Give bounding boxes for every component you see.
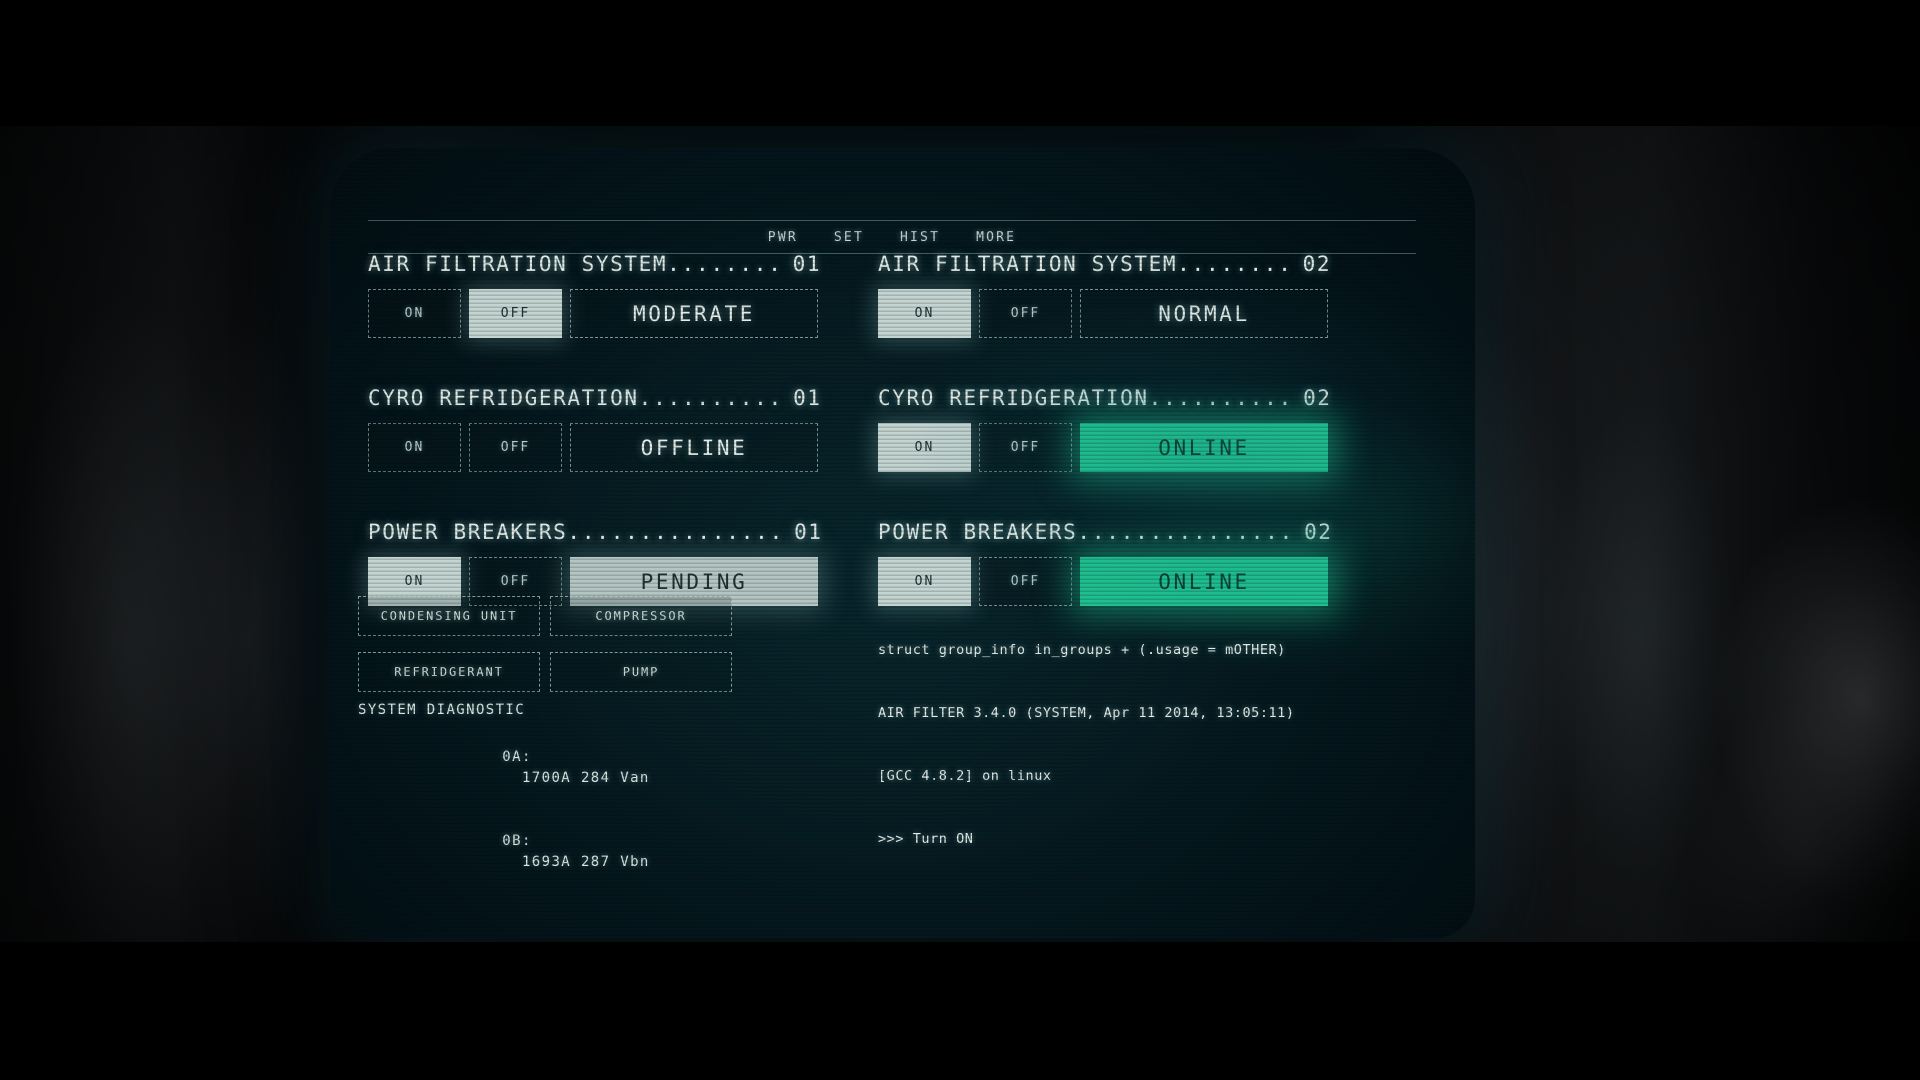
control-cyro-refridgeration-01: CYRO REFRIDGERATION .......... 01 ON OFF… xyxy=(368,386,820,472)
control-number: 01 xyxy=(794,520,823,544)
diagnostic-id: 0B: xyxy=(502,833,532,849)
diagnostic-id: 0A: xyxy=(502,749,532,765)
control-row: ON OFF MODERATE xyxy=(368,289,818,338)
control-name: CYRO REFRIDGERATION xyxy=(368,386,639,410)
letterbox-top xyxy=(0,0,1920,126)
control-column-left: AIR FILTRATION SYSTEM ........ 01 ON OFF… xyxy=(368,252,821,654)
control-air-filtration-01: AIR FILTRATION SYSTEM ........ 01 ON OFF… xyxy=(368,252,820,338)
control-name: AIR FILTRATION SYSTEM xyxy=(878,252,1178,276)
subsystem-button-refridgerant[interactable]: REFRIDGERANT xyxy=(358,652,540,692)
diagnostic-row: 0B: 1693A 287 Vbn xyxy=(358,810,650,894)
diagnostic-values-text: 1693A 287 Vbn xyxy=(521,854,650,870)
control-title: CYRO REFRIDGERATION .......... 02 xyxy=(878,386,1330,410)
on-button[interactable]: ON xyxy=(368,423,461,472)
on-button[interactable]: ON xyxy=(368,289,461,338)
off-button[interactable]: OFF xyxy=(469,289,562,338)
terminal-spacer xyxy=(878,892,1398,913)
control-number: 01 xyxy=(792,252,822,276)
subsystem-button-pump[interactable]: PUMP xyxy=(550,652,732,692)
control-title: AIR FILTRATION SYSTEM ........ 02 xyxy=(878,252,1330,276)
crt-control-panel-scene: PWR SET HIST MORE AIR FILTRATION SYSTEM … xyxy=(0,0,1920,1080)
subsystem-button-panel: CONDENSING UNIT COMPRESSOR REFRIDGERANT … xyxy=(358,596,828,692)
control-row: ON OFF ONLINE xyxy=(878,423,1328,472)
diagnostic-values xyxy=(502,770,522,786)
diagnostic-values xyxy=(502,854,522,870)
control-name: AIR FILTRATION SYSTEM xyxy=(368,252,668,276)
letterbox-bottom xyxy=(0,942,1920,1080)
on-button[interactable]: ON xyxy=(878,289,971,338)
diagnostic-title: SYSTEM DIAGNOSTIC xyxy=(358,702,526,718)
diagnostic-row: 0A: 1700A 284 Van xyxy=(358,726,650,810)
control-number: 01 xyxy=(793,386,822,410)
control-number: 02 xyxy=(1303,386,1332,410)
control-dots: .......... xyxy=(638,386,784,410)
control-name: POWER BREAKERS xyxy=(368,520,568,544)
control-dots: ............... xyxy=(1077,520,1295,544)
status-badge: NORMAL xyxy=(1080,289,1328,338)
terminal-line: struct group_info in_groups + (.usage = … xyxy=(878,642,1286,658)
control-name: POWER BREAKERS xyxy=(878,520,1078,544)
control-row: ON OFF OFFLINE xyxy=(368,423,818,472)
off-button[interactable]: OFF xyxy=(469,423,562,472)
status-badge: ONLINE xyxy=(1080,423,1328,472)
control-name: CYRO REFRIDGERATION xyxy=(878,386,1149,410)
control-air-filtration-02: AIR FILTRATION SYSTEM ........ 02 ON OFF… xyxy=(878,252,1330,338)
control-dots: ........ xyxy=(1177,252,1293,276)
control-row: ON OFF NORMAL xyxy=(878,289,1328,338)
control-dots: ........ xyxy=(667,252,783,276)
crt-screen: PWR SET HIST MORE AIR FILTRATION SYSTEM … xyxy=(330,148,1475,938)
terminal-line: >>> Turn ON xyxy=(878,831,974,847)
subsystem-button-compressor[interactable]: COMPRESSOR xyxy=(550,596,732,636)
control-dots: .......... xyxy=(1148,386,1294,410)
control-title: POWER BREAKERS ............... 01 xyxy=(368,520,821,544)
terminal-log: struct group_info in_groups + (.usage = … xyxy=(878,598,1398,938)
off-button[interactable]: OFF xyxy=(979,423,1072,472)
control-number: 02 xyxy=(1304,520,1333,544)
terminal-line: AIR FILTER 3.4.0 (SYSTEM, Apr 11 2014, 1… xyxy=(878,705,1295,721)
control-title: AIR FILTRATION SYSTEM ........ 01 xyxy=(368,252,820,276)
control-cyro-refridgeration-02: CYRO REFRIDGERATION .......... 02 ON OFF… xyxy=(878,386,1330,472)
control-dots: ............... xyxy=(567,520,785,544)
off-button[interactable]: OFF xyxy=(979,289,1072,338)
on-button[interactable]: ON xyxy=(878,423,971,472)
terminal-line: [GCC 4.8.2] on linux xyxy=(878,768,1052,784)
control-number: 02 xyxy=(1302,252,1332,276)
control-title: POWER BREAKERS ............... 02 xyxy=(878,520,1331,544)
subsystem-button-condensing-unit[interactable]: CONDENSING UNIT xyxy=(358,596,540,636)
subsystem-grid: CONDENSING UNIT COMPRESSOR REFRIDGERANT … xyxy=(358,596,828,692)
control-title: CYRO REFRIDGERATION .......... 01 xyxy=(368,386,820,410)
control-power-breakers-02: POWER BREAKERS ............... 02 ON OFF… xyxy=(878,520,1331,606)
status-badge: MODERATE xyxy=(570,289,818,338)
system-diagnostic-panel: SYSTEM DIAGNOSTIC 0A: 1700A 284 Van 0B: … xyxy=(358,700,650,894)
control-column-right: AIR FILTRATION SYSTEM ........ 02 ON OFF… xyxy=(878,252,1331,654)
diagnostic-values-text: 1700A 284 Van xyxy=(521,770,650,786)
status-badge: OFFLINE xyxy=(570,423,818,472)
control-power-breakers-01: POWER BREAKERS ............... 01 ON OFF… xyxy=(368,520,821,606)
screen-content: PWR SET HIST MORE AIR FILTRATION SYSTEM … xyxy=(330,148,1475,938)
